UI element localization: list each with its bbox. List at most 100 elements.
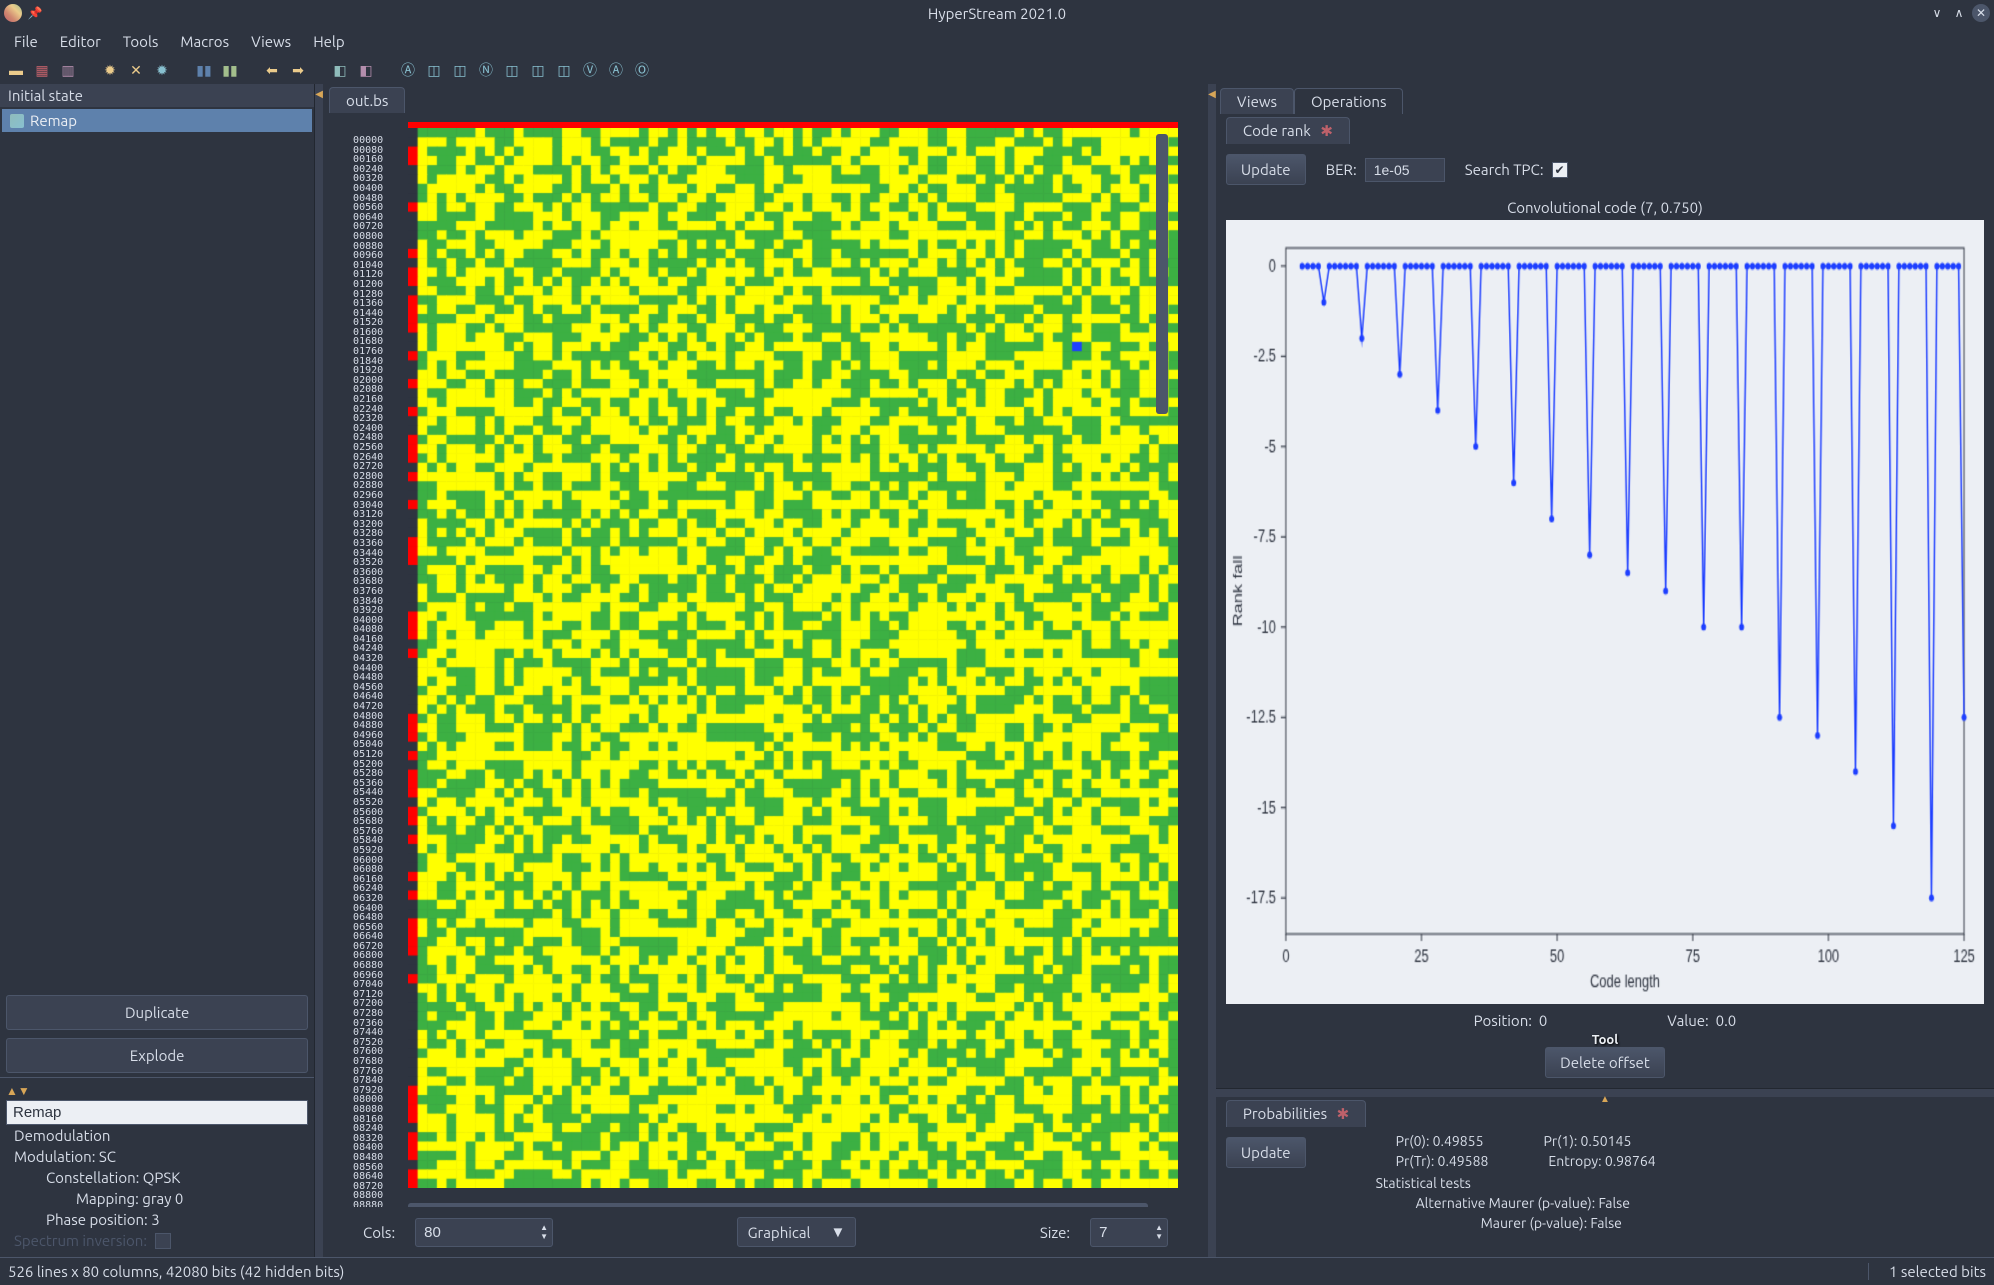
tb-chart3-icon[interactable]: ◫: [502, 60, 522, 80]
left-collapse-handle[interactable]: ◀: [315, 84, 323, 1257]
tb-bars-blue-icon[interactable]: ▮▮: [194, 60, 214, 80]
viewer-controls: Cols: ▲▼ Graphical ▼ Size: ▲▼: [323, 1207, 1208, 1257]
close-icon[interactable]: ✱: [1320, 122, 1333, 139]
size-up-icon[interactable]: ▲: [1155, 1223, 1163, 1232]
position-readout: Position: 0: [1474, 1012, 1548, 1029]
pr1: Pr(1): 0.50145: [1543, 1133, 1631, 1149]
tb-bolt-yellow-icon[interactable]: ✹: [100, 60, 120, 80]
tb-arrow-right-icon[interactable]: ➡: [288, 60, 308, 80]
tb-chart2-icon[interactable]: ◫: [450, 60, 470, 80]
tb-stripe-icon[interactable]: ▥: [58, 60, 78, 80]
pr0: Pr(0): 0.49855: [1396, 1133, 1484, 1149]
tb-chart-icon[interactable]: ◫: [424, 60, 444, 80]
collapse-icon[interactable]: ▲▼: [6, 1084, 308, 1098]
tb-sq2-icon[interactable]: ◧: [356, 60, 376, 80]
remap-name-input[interactable]: [6, 1100, 308, 1125]
menu-file[interactable]: File: [4, 29, 48, 54]
maurer: Maurer (p-value): False: [1336, 1213, 1656, 1233]
size-spinbox[interactable]: ▲▼: [1090, 1218, 1168, 1247]
tb-x-icon[interactable]: ✕: [126, 60, 146, 80]
bitmap-viewer[interactable]: 00000 00080 00160 00240 00320 00400 0048…: [323, 114, 1208, 1207]
pin-icon[interactable]: 📌: [26, 4, 44, 22]
tb-grid-icon[interactable]: ▦: [32, 60, 52, 80]
horizontal-scrollbar[interactable]: [408, 1203, 1148, 1207]
cols-down-icon[interactable]: ▼: [540, 1232, 548, 1241]
menu-tools[interactable]: Tools: [113, 29, 169, 54]
size-down-icon[interactable]: ▼: [1155, 1232, 1163, 1241]
tb-arrow-left-icon[interactable]: ⬅: [262, 60, 282, 80]
prop-mapping: Mapping: gray 0: [6, 1188, 308, 1209]
maximize-button[interactable]: ∧: [1950, 4, 1968, 22]
view-mode-combo[interactable]: Graphical ▼: [737, 1217, 857, 1247]
probabilities-label: Probabilities: [1243, 1105, 1327, 1122]
explode-button[interactable]: Explode: [6, 1038, 308, 1073]
entropy: Entropy: 0.98764: [1548, 1153, 1655, 1169]
menu-views[interactable]: Views: [241, 29, 301, 54]
prop-phase: Phase position: 3: [6, 1209, 308, 1230]
bitmap-canvas[interactable]: [408, 122, 1178, 1188]
views-tab[interactable]: Views: [1220, 88, 1294, 114]
right-split-handle[interactable]: ▲: [1216, 1089, 1994, 1097]
tb-vv-icon[interactable]: Ⓥ: [580, 60, 600, 80]
tb-aa2-icon[interactable]: Ⓐ: [606, 60, 626, 80]
search-tpc-checkbox[interactable]: ✔: [1552, 162, 1568, 178]
rank-chart[interactable]: [1226, 220, 1984, 1004]
tb-bolt-blue-icon[interactable]: ✹: [152, 60, 172, 80]
menu-help[interactable]: Help: [303, 29, 354, 54]
tree-item-label: Remap: [30, 112, 77, 129]
tests-heading: Statistical tests: [1336, 1171, 1656, 1193]
tree-item-remap[interactable]: Remap: [2, 109, 312, 132]
value-readout: Value: 0.0: [1667, 1012, 1736, 1029]
tb-nn-icon[interactable]: Ⓝ: [476, 60, 496, 80]
chart-title: Convolutional code (7, 0.750): [1226, 195, 1984, 220]
statusbar: 526 lines x 80 columns, 42080 bits (42 h…: [0, 1257, 1994, 1285]
cols-input[interactable]: [416, 1219, 536, 1246]
left-panel: Initial state Remap Duplicate Explode ▲▼…: [0, 84, 315, 1257]
code-rank-label: Code rank: [1243, 122, 1311, 139]
menu-editor[interactable]: Editor: [50, 29, 111, 54]
tb-folder-icon[interactable]: ▬: [6, 60, 26, 80]
view-mode-label: Graphical: [748, 1224, 811, 1241]
address-column: 00000 00080 00160 00240 00320 00400 0048…: [353, 136, 383, 1207]
duplicate-button[interactable]: Duplicate: [6, 995, 308, 1030]
app-icon: [4, 4, 22, 22]
rank-controls: Update BER: Search TPC: ✔: [1216, 144, 1994, 195]
vertical-scrollbar[interactable]: [1156, 134, 1168, 414]
close-icon[interactable]: ✱: [1337, 1105, 1350, 1122]
tb-aa-icon[interactable]: Ⓐ: [398, 60, 418, 80]
cols-up-icon[interactable]: ▲: [540, 1223, 548, 1232]
prop-constellation: Constellation: QPSK: [6, 1167, 308, 1188]
ber-input[interactable]: [1365, 158, 1445, 182]
cols-spinbox[interactable]: ▲▼: [415, 1218, 553, 1247]
right-collapse-handle[interactable]: ◀: [1208, 84, 1216, 1257]
editor-tab-label: out.bs: [346, 92, 388, 109]
toolbar: ▬ ▦ ▥ ✹ ✕ ✹ ▮▮ ▮▮ ⬅ ➡ ◧ ◧ Ⓐ ◫ ◫ Ⓝ ◫ ◫ ◫ …: [0, 56, 1994, 84]
update-rank-button[interactable]: Update: [1226, 154, 1306, 185]
stats-panel: Pr(0): 0.49855 Pr(1): 0.50145 Pr(Tr): 0.…: [1316, 1127, 1676, 1237]
tb-chart5-icon[interactable]: ◫: [554, 60, 574, 80]
spectrum-checkbox[interactable]: [155, 1233, 171, 1249]
tb-sq1-icon[interactable]: ◧: [330, 60, 350, 80]
menu-macros[interactable]: Macros: [170, 29, 239, 54]
update-prob-button[interactable]: Update: [1226, 1137, 1306, 1168]
titlebar: 📌 HyperStream 2021.0 ∨ ∧ ✕: [0, 0, 1994, 26]
editor-tab[interactable]: out.bs: [329, 87, 405, 113]
probabilities-tab[interactable]: Probabilities ✱: [1226, 1100, 1366, 1127]
operation-tree[interactable]: Remap: [0, 107, 314, 991]
close-button[interactable]: ✕: [1972, 4, 1990, 22]
operations-tab[interactable]: Operations: [1294, 88, 1403, 114]
prop-spectrum: Spectrum inversion:: [6, 1230, 308, 1251]
alt-maurer: Alternative Maurer (p-value): False: [1336, 1193, 1656, 1213]
size-input[interactable]: [1091, 1219, 1151, 1246]
delete-offset-button[interactable]: Delete offset: [1545, 1047, 1665, 1078]
code-rank-tab[interactable]: Code rank ✱: [1226, 117, 1350, 144]
remap-icon: [10, 114, 24, 128]
status-left: 526 lines x 80 columns, 42080 bits (42 h…: [8, 1263, 344, 1280]
size-label: Size:: [1040, 1224, 1070, 1241]
tb-oo-icon[interactable]: Ⓞ: [632, 60, 652, 80]
tb-bars-mix-icon[interactable]: ▮▮: [220, 60, 240, 80]
tb-chart4-icon[interactable]: ◫: [528, 60, 548, 80]
minimize-button[interactable]: ∨: [1928, 4, 1946, 22]
prtr: Pr(Tr): 0.49588: [1396, 1153, 1489, 1169]
right-panel: Views Operations Code rank ✱ Update BER:…: [1216, 84, 1994, 1257]
